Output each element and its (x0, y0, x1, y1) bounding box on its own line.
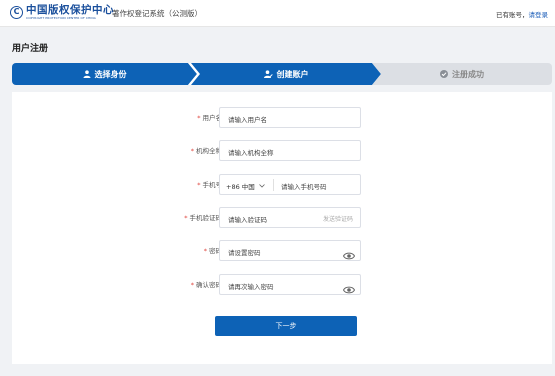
registration-form: * 用户名 请输入用户名 * 机构全称 请输入机构全称 * 手机号 +86 中国 请输… (12, 92, 552, 364)
user-edit-icon (263, 70, 273, 78)
confirm-password-placeholder: 请再次输入密码 (228, 283, 274, 291)
phone-row: * 手机号 +86 中国 请输入手机号码 (12, 174, 552, 195)
field-divider (273, 179, 274, 191)
step-register-success: 注册成功 (372, 63, 552, 85)
org-name-row: * 机构全称 请输入机构全称 (12, 140, 552, 161)
page-title: 用户注册 (12, 44, 49, 54)
step-label: 选择身份 (94, 69, 127, 79)
user-icon (83, 70, 91, 78)
confirm-password-input[interactable]: 请再次输入密码 (219, 274, 361, 295)
phone-field: +86 中国 请输入手机号码 (219, 174, 361, 195)
next-step-button[interactable]: 下一步 (215, 316, 357, 336)
org-name-label: * 机构全称 (190, 147, 222, 155)
country-code-select[interactable]: +86 中国 (226, 181, 265, 191)
confirm-password-row: * 确认密码 请再次输入密码 (12, 274, 552, 295)
logo-chinese-text: 中国版权保护中心 (26, 4, 114, 16)
step-label: 创建账户 (276, 69, 309, 79)
password-placeholder: 请设置密码 (228, 249, 261, 257)
eye-icon[interactable] (342, 246, 356, 260)
check-circle-icon (440, 70, 448, 78)
phone-input[interactable]: 请输入手机号码 (281, 181, 327, 191)
system-title: 著作权登记系统（公测版） (112, 9, 202, 18)
send-code-button[interactable]: 发送验证码 (323, 214, 353, 223)
sms-code-input[interactable]: 请输入验证码 发送验证码 (219, 207, 361, 228)
site-logo[interactable]: C 中国版权保护中心 COPYRIGHT PROTECTION CENTER O… (10, 5, 114, 20)
logo-english-text: COPYRIGHT PROTECTION CENTER OF CHINA (26, 16, 96, 20)
top-header: C 中国版权保护中心 COPYRIGHT PROTECTION CENTER O… (0, 0, 555, 27)
username-row: * 用户名 请输入用户名 (12, 107, 552, 128)
login-link[interactable]: 请登录 (529, 11, 549, 19)
copyright-logo-icon: C (10, 6, 23, 19)
org-name-placeholder: 请输入机构全称 (228, 149, 274, 157)
password-input[interactable]: 请设置密码 (219, 240, 361, 261)
have-account-text: 已有账号， (496, 11, 529, 19)
login-prompt: 已有账号，请登录 (496, 9, 548, 19)
username-input[interactable]: 请输入用户名 (219, 107, 361, 128)
step-select-identity: 选择身份 (12, 63, 197, 85)
username-placeholder: 请输入用户名 (228, 116, 267, 124)
step-label: 注册成功 (452, 69, 484, 79)
chevron-down-icon (259, 184, 265, 188)
step-create-account: 创建账户 (191, 63, 381, 85)
confirm-password-label: * 确认密码 (190, 281, 222, 289)
sms-code-label: * 手机验证码 (184, 214, 222, 222)
sms-code-placeholder: 请输入验证码 (228, 216, 267, 224)
org-name-input[interactable]: 请输入机构全称 (219, 140, 361, 161)
password-row: * 密码 请设置密码 (12, 240, 552, 261)
registration-steps: 选择身份 创建账户 注册成功 (12, 63, 552, 85)
eye-icon[interactable] (342, 280, 356, 294)
sms-code-row: * 手机验证码 请输入验证码 发送验证码 (12, 207, 552, 228)
